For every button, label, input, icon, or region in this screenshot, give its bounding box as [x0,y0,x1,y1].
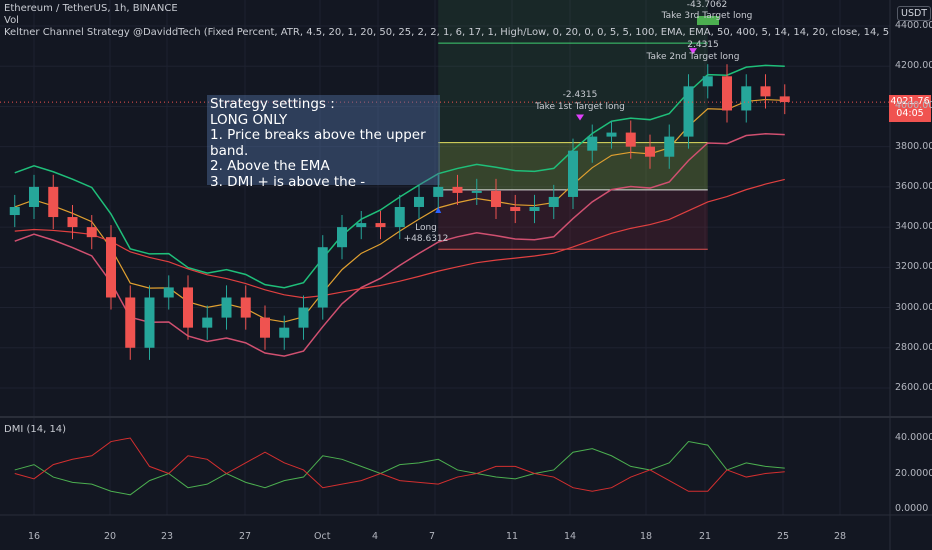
time-tick: 4 [372,531,379,542]
long-pnl: +48.6312 [403,234,449,244]
tradingview-chart[interactable]: Ethereum / TetherUS, 1h, BINANCE Vol Kel… [0,0,932,550]
note-line: 1. Price breaks above the upper band. [210,127,426,159]
time-tick: 23 [161,531,174,542]
candle-body [86,227,97,238]
candle-body [510,206,521,212]
strategy-legend: Keltner Channel Strategy @DaviddTech (Fi… [4,27,889,38]
strategy-note: Strategy settings : LONG ONLY 1. Price b… [207,95,440,189]
candle-body [260,317,270,338]
t1-label: Take 1st Target long [535,102,625,112]
dmi-tick: 40.0000 [895,432,932,443]
candle-body [548,196,559,207]
t3-pnl: -43.7062 [686,0,728,10]
t2-pnl: 2.4315 [687,40,719,50]
dmi-legend: DMI (14, 14) [4,424,67,435]
time-tick: 16 [28,531,41,542]
candle-body [471,190,482,193]
note-line: 2. Above the EMA [210,158,330,174]
note-line: LONG ONLY [210,111,288,128]
candle-body [683,86,694,137]
time-tick: 18 [640,531,653,542]
candle-body [452,186,463,193]
candle-body [279,327,290,338]
time-tick: 28 [834,531,847,542]
candle-body [568,150,578,197]
candle-body [625,132,636,147]
candle-body [202,317,213,328]
candle-body [67,217,78,228]
candle-body [48,186,59,218]
price-tick: 4200.00 [895,60,932,72]
price-tick: 2600.00 [895,381,932,393]
candle-body [9,206,20,216]
candle-body [221,297,232,318]
candle-body [587,136,598,151]
price-tick: 3600.00 [895,180,932,192]
price-tick: 2800.00 [895,341,932,353]
candle-body [394,206,405,228]
chart-canvas[interactable] [0,0,932,550]
volume-legend: Vol [4,15,19,26]
candle-body [298,307,309,328]
candle-body [125,297,136,348]
time-tick: Oct [314,531,331,542]
price-tick: 3400.00 [895,221,932,233]
time-tick: 25 [777,531,790,542]
candle-body [29,186,39,207]
note-line: 3. DMI + is above the - [210,173,366,190]
candle-body [760,86,771,97]
candle-body [240,297,251,318]
candle-body [317,247,328,308]
candle-body [529,206,540,212]
candle-body [645,146,655,157]
time-tick: 20 [104,531,117,542]
dmi-plus-line [14,441,785,496]
time-tick: 11 [506,531,519,542]
t2-label: Take 2nd Target long [646,52,740,62]
candle-body [741,86,752,111]
price-tick: 3800.00 [895,140,932,152]
candle-body [163,287,174,298]
candle-body [664,136,675,157]
symbol-title: Ethereum / TetherUS, 1h, BINANCE [4,3,178,14]
candle-body [144,297,155,348]
long-label: Long [415,223,437,233]
candle-body [722,76,732,111]
candle-body [337,227,347,248]
candle-body [606,132,617,137]
price-tick: 4400.00 [895,20,932,31]
time-tick: 7 [429,531,436,542]
t1-pnl: -2.4315 [562,90,598,100]
time-tick: 14 [564,531,577,542]
candle-body [375,223,386,228]
candle-body [702,76,713,87]
time-tick: 27 [239,531,252,542]
currency-button[interactable]: USDT [897,6,932,21]
t3-label: Take 3rd Target long [661,11,753,21]
price-tick: 3200.00 [895,261,932,273]
note-line: Strategy settings : [210,96,335,112]
price-tick: 4000.00 [895,100,932,112]
candle-body [779,96,790,103]
candle-body [356,223,367,228]
dmi-tick: 20.0000 [895,467,932,479]
dmi-tick: 0.0000 [895,503,929,514]
candle-body [106,237,116,298]
price-tick: 3000.00 [895,301,932,313]
candle-body [183,287,193,328]
candle-body [414,196,424,207]
candle-body [491,190,501,207]
time-tick: 21 [699,531,712,542]
